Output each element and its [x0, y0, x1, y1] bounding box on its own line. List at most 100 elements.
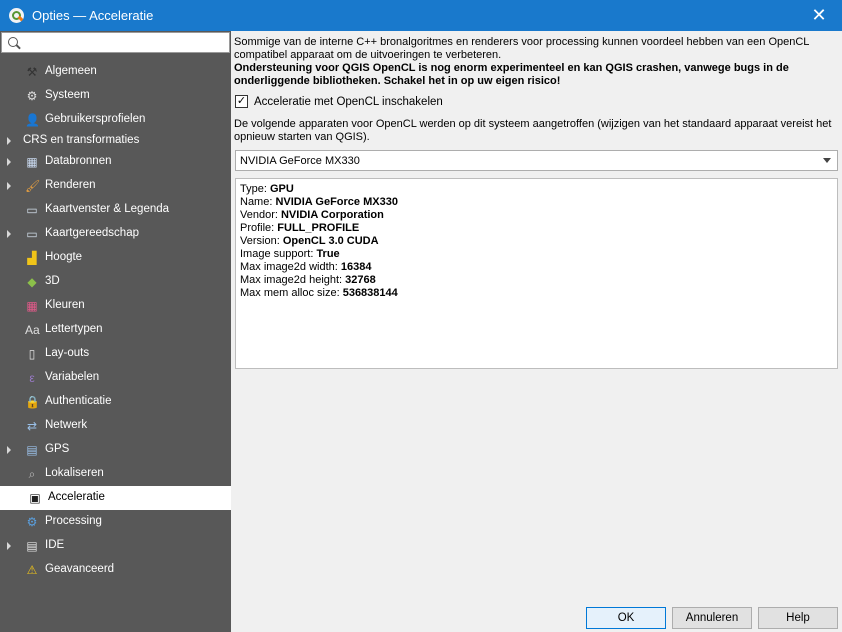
sidebar-item-lokaliseren[interactable]: ⌕ Lokaliseren: [0, 462, 231, 486]
cancel-button[interactable]: Annuleren: [672, 607, 752, 629]
chevron-right-icon[interactable]: [7, 542, 11, 550]
device-info-row: Vendor: NVIDIA Corporation: [240, 209, 833, 222]
sidebar-item-geavanceerd[interactable]: ⚠ Geavanceerd: [0, 558, 231, 582]
device-info-row: Name: NVIDIA GeForce MX330: [240, 196, 833, 209]
device-info-key: Type:: [240, 183, 270, 195]
sidebar-item-lettertypen[interactable]: Aa Lettertypen: [0, 318, 231, 342]
device-info-value: 32768: [345, 274, 376, 286]
enable-opencl-label[interactable]: Acceleratie met OpenCL inschakelen: [254, 96, 443, 108]
ok-button[interactable]: OK: [586, 607, 666, 629]
device-info-value: FULL_PROFILE: [277, 222, 360, 234]
sidebar-item-label: Netwerk: [45, 419, 88, 431]
sidebar-item-label: Algemeen: [45, 65, 97, 77]
sidebar-item-label: 3D: [45, 275, 60, 287]
brush-icon: 🖌: [25, 179, 41, 193]
device-select-value: NVIDIA GeForce MX330: [240, 154, 360, 167]
device-info-row: Max mem alloc size: 536838144: [240, 287, 833, 300]
enable-opencl-checkbox[interactable]: ✓: [235, 95, 248, 108]
sidebar-item-authenticatie[interactable]: 🔒 Authenticatie: [0, 390, 231, 414]
device-info-key: Profile:: [240, 222, 278, 234]
sidebar-item-label: Lay-outs: [45, 347, 90, 359]
device-info-box: Type: GPU Name: NVIDIA GeForce MX330 Vendo…: [235, 178, 838, 369]
sidebar-item-netwerk[interactable]: ⇄ Netwerk: [0, 414, 231, 438]
layout-icon: ▯: [28, 347, 36, 361]
close-button[interactable]: ✕: [796, 0, 842, 31]
sidebar-item-label: Lokaliseren: [45, 467, 104, 479]
window-title: Opties — Acceleratie: [32, 8, 154, 23]
sidebar-item-crs-en-transformaties[interactable]: CRS en transformaties: [0, 132, 231, 150]
elevation-icon: ▟: [27, 251, 37, 265]
sidebar-item-label: Lettertypen: [45, 323, 103, 335]
chevron-right-icon[interactable]: [7, 158, 11, 166]
sidebar-item-gebruikersprofielen[interactable]: 👤 Gebruikersprofielen: [0, 108, 231, 132]
cube-3d-icon: ◆: [27, 275, 37, 289]
sidebar-item-renderen[interactable]: 🖌 Renderen: [0, 174, 231, 198]
sidebar-item-gps[interactable]: ▤ GPS: [0, 438, 231, 462]
sidebar-item-processing[interactable]: ⚙ Processing: [0, 510, 231, 534]
sidebar-item-label: CRS en transformaties: [23, 134, 140, 146]
device-info-value: 16384: [340, 261, 372, 273]
acceleration-panel: Sommige van de interne C++ bronalgoritme…: [231, 31, 842, 632]
sidebar-item-systeem[interactable]: ⚙ Systeem: [0, 84, 231, 108]
sidebar-item-databronnen[interactable]: ▦ Databronnen: [0, 150, 231, 174]
map-canvas-icon: ▭: [26, 203, 38, 217]
sidebar-item-label: Kaartvenster & Legenda: [45, 203, 170, 215]
sidebar-item-label: Geavanceerd: [45, 563, 115, 575]
device-info-row: Profile: FULL_PROFILE: [240, 222, 833, 235]
sidebar-item-kleuren[interactable]: ▦ Kleuren: [0, 294, 231, 318]
gps-icon: ▤: [26, 443, 38, 457]
gears-icon: ⚙: [26, 89, 38, 103]
sidebar-item-hoogte[interactable]: ▟ Hoogte: [0, 246, 231, 270]
chevron-right-icon[interactable]: [7, 182, 11, 190]
hammer-icon: ⚒: [26, 65, 38, 79]
chevron-right-icon[interactable]: [7, 230, 11, 238]
search-icon: ⌕: [28, 467, 36, 481]
sidebar-item-label: Variabelen: [45, 371, 100, 383]
sidebar-nav: ⚒ Algemeen ⚙ Systeem 👤 Gebruikersprofielen CRS…: [0, 60, 231, 582]
map-tools-icon: ▭: [26, 227, 38, 241]
sidebar-item-label: Databronnen: [45, 155, 112, 167]
sidebar-item-acceleratie[interactable]: ▣ Acceleratie: [0, 486, 231, 510]
sidebar-item-lay-outs[interactable]: ▯ Lay-outs: [0, 342, 231, 366]
device-info-row: Max image2d height: 32768: [240, 274, 833, 287]
sidebar-item-algemeen[interactable]: ⚒ Algemeen: [0, 60, 231, 84]
sidebar-item-3d[interactable]: ◆ 3D: [0, 270, 231, 294]
warning-icon: ⚠: [26, 563, 38, 577]
sidebar-item-label: Kaartgereedschap: [45, 227, 139, 239]
sidebar-item-variabelen[interactable]: ε Variabelen: [0, 366, 231, 390]
colors-icon: ▦: [26, 299, 38, 313]
sidebar-item-ide[interactable]: ▤ IDE: [0, 534, 231, 558]
sidebar-item-kaartgereedschap[interactable]: ▭ Kaartgereedschap: [0, 222, 231, 246]
sidebar-item-label: GPS: [45, 443, 70, 455]
sidebar-item-kaartvenster-legenda[interactable]: ▭ Kaartvenster & Legenda: [0, 198, 231, 222]
device-info-key: Name:: [240, 196, 276, 208]
search-input[interactable]: [22, 34, 222, 51]
lock-icon: 🔒: [25, 395, 40, 409]
device-info-value: NVIDIA GeForce MX330: [275, 196, 398, 208]
sidebar-item-label: IDE: [45, 539, 65, 551]
device-select[interactable]: NVIDIA GeForce MX330: [235, 150, 838, 171]
device-info-key: Max mem alloc size:: [240, 287, 343, 299]
devices-text: De volgende apparaten voor OpenCL werden…: [234, 118, 832, 143]
chevron-down-icon[interactable]: [823, 158, 831, 163]
search-box[interactable]: [1, 32, 230, 53]
sidebar-item-label: Gebruikersprofielen: [45, 113, 146, 125]
device-info-row: Type: GPU: [240, 183, 833, 196]
qgis-logo-icon: [9, 8, 24, 23]
device-info-key: Image support:: [240, 248, 317, 260]
help-button[interactable]: Help: [758, 607, 838, 629]
warning-text: Ondersteuning voor QGIS OpenCL is nog en…: [234, 62, 789, 87]
variables-icon: ε: [29, 371, 35, 385]
ide-icon: ▤: [26, 539, 38, 553]
intro-paragraph: Sommige van de interne C++ bronalgoritme…: [234, 36, 834, 88]
chevron-right-icon[interactable]: [7, 446, 11, 454]
enable-opencl-row[interactable]: ✓ Acceleratie met OpenCL inschakelen: [235, 95, 443, 108]
device-info-value: True: [316, 248, 340, 260]
device-info-value: NVIDIA Corporation: [280, 209, 384, 221]
sidebar-item-label: Renderen: [45, 179, 96, 191]
chip-icon: ▣: [29, 491, 41, 505]
device-info-row: Version: OpenCL 3.0 CUDA: [240, 235, 833, 248]
search-icon: [8, 37, 18, 47]
sidebar-item-label: Authenticatie: [45, 395, 112, 407]
chevron-right-icon[interactable]: [7, 137, 11, 145]
